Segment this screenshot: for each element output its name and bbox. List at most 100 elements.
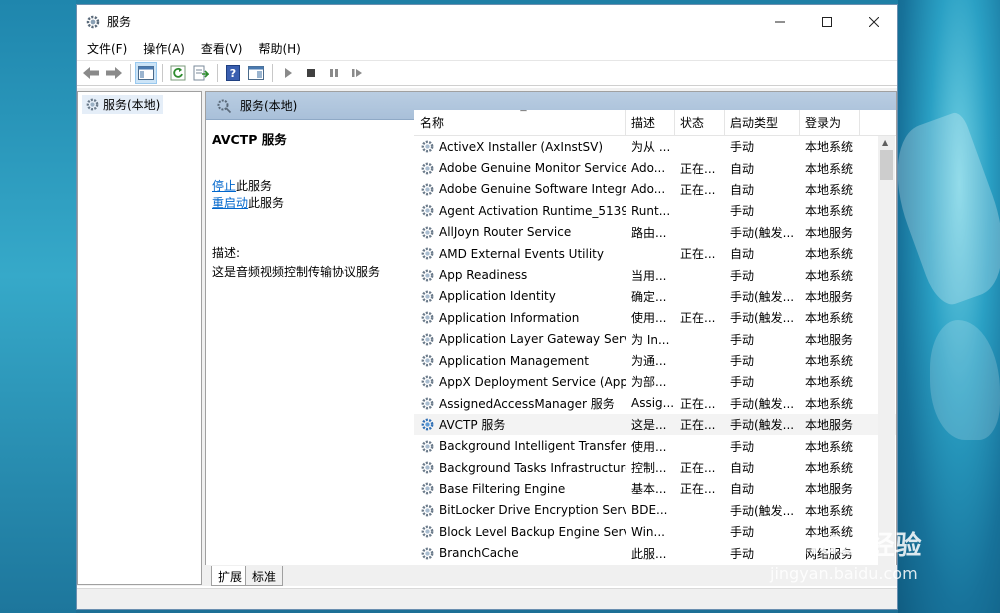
service-description-panel: AVCTP 服务 停止此服务 重启动此服务 描述: 这是音频视频控制传输协议服务	[206, 121, 414, 565]
service-startup-cell: 手动(触发...	[730, 225, 795, 240]
tab-extended[interactable]: 扩展	[211, 566, 250, 586]
table-row[interactable]: AMD External Events Utility 正在... 自动 本地系统	[414, 243, 896, 264]
service-name: Adobe Genuine Software Integr...	[439, 182, 626, 197]
sort-ascending-icon: ▲	[520, 110, 527, 113]
service-logon-cell: 本地服务	[805, 482, 854, 497]
service-gear-icon	[421, 226, 434, 239]
service-gear-icon	[421, 162, 434, 174]
service-name-cell: AssignedAccessManager 服务	[414, 395, 626, 412]
restart-service-link[interactable]: 重启动	[212, 196, 248, 210]
help-button[interactable]: ?	[222, 62, 244, 84]
table-row[interactable]: BitLocker Drive Encryption Servi... BDE..…	[414, 500, 896, 521]
service-gear-icon	[421, 418, 434, 431]
menu-view[interactable]: 查看(V)	[195, 38, 249, 60]
table-row[interactable]: Base Filtering Engine 基本... 正在... 自动 本地服务	[414, 478, 896, 499]
forward-arrow-icon	[106, 67, 122, 79]
properties-view-button[interactable]	[245, 62, 267, 84]
column-header-logon-as[interactable]: 登录为	[800, 110, 860, 136]
watermark-url: jingyan.baidu.com	[770, 564, 918, 583]
service-logon-cell: 本地系统	[805, 247, 854, 262]
service-status-cell: 正在...	[680, 482, 716, 497]
table-row[interactable]: Application Management 为通... 手动 本地系统	[414, 350, 896, 371]
services-gear-icon	[86, 98, 99, 111]
maximize-icon	[821, 16, 832, 27]
tab-standard[interactable]: 标准	[245, 566, 284, 586]
service-startup-cell: 手动(触发...	[730, 396, 795, 411]
stop-service-link[interactable]: 停止	[212, 179, 236, 193]
table-row[interactable]: AssignedAccessManager 服务 Assig... 正在... 手动(…	[414, 393, 896, 414]
list-header: ▲ 名称 描述 状态 启动类型 登录为	[414, 110, 896, 136]
service-name: App Readiness	[439, 268, 528, 283]
column-header-description[interactable]: 描述	[626, 110, 675, 136]
service-name: BranchCache	[439, 546, 519, 561]
tree-item-label: 服务(本地)	[103, 98, 161, 112]
service-startup-cell: 自动	[730, 182, 755, 197]
service-startup-cell: 自动	[730, 482, 755, 497]
service-status-cell: 正在...	[680, 182, 716, 197]
start-service-button[interactable]	[277, 62, 299, 84]
column-header-name[interactable]: 名称	[414, 110, 626, 136]
table-row[interactable]: Application Layer Gateway Servi... 为 In..…	[414, 329, 896, 350]
service-logon-cell: 本地服务	[805, 418, 854, 433]
show-hide-console-tree-button[interactable]	[135, 62, 157, 84]
service-name-cell: Application Identity	[414, 289, 626, 304]
table-row[interactable]: AppX Deployment Service (App... 为部... 手动 本地…	[414, 371, 896, 392]
service-startup-cell: 自动	[730, 461, 755, 476]
service-name-cell: Block Level Backup Engine Servi...	[414, 524, 626, 539]
back-button[interactable]	[80, 62, 102, 84]
table-row[interactable]: Adobe Genuine Software Integr... Ado... 正在…	[414, 179, 896, 200]
service-name-cell: Application Management	[414, 353, 626, 368]
refresh-icon	[170, 65, 186, 81]
service-status-cell: 正在...	[680, 396, 716, 411]
search-gear-icon	[217, 99, 232, 113]
service-logon-cell: 本地系统	[805, 140, 854, 155]
service-description-cell: BDE...	[631, 503, 668, 518]
service-logon-cell: 本地系统	[805, 204, 854, 219]
minimize-button[interactable]	[756, 5, 803, 38]
service-name: AMD External Events Utility	[439, 246, 604, 261]
table-row[interactable]: Background Tasks Infrastructure ... 控制...…	[414, 457, 896, 478]
table-row[interactable]: AllJoyn Router Service 路由... 手动(触发... 本地服务	[414, 222, 896, 243]
service-name: Background Tasks Infrastructure ...	[439, 460, 626, 475]
back-arrow-icon	[83, 67, 99, 79]
scroll-up-icon[interactable]: ▲	[882, 138, 888, 147]
forward-button[interactable]	[103, 62, 125, 84]
table-row[interactable]: Application Information 使用... 正在... 手动(触发..…	[414, 307, 896, 328]
menu-file[interactable]: 文件(F)	[81, 38, 133, 60]
menu-help[interactable]: 帮助(H)	[252, 38, 306, 60]
restart-service-button[interactable]	[346, 62, 368, 84]
table-row[interactable]: Adobe Genuine Monitor Service Ado... 正在...…	[414, 157, 896, 178]
export-list-button[interactable]	[190, 62, 212, 84]
services-list: ▲ 名称 描述 状态 启动类型 登录为 ActiveX Installer (A…	[414, 110, 896, 565]
close-icon	[868, 16, 879, 27]
pause-service-button[interactable]	[323, 62, 345, 84]
tree-item-services-local[interactable]: 服务(本地)	[82, 95, 164, 114]
vertical-scrollbar[interactable]: ▲	[878, 136, 895, 565]
table-row[interactable]: Agent Activation Runtime_51395 Runt... 手动 本…	[414, 200, 896, 221]
service-gear-icon	[421, 461, 434, 474]
service-gear-icon	[421, 440, 434, 453]
service-logon-cell: 本地服务	[805, 332, 854, 347]
service-name: Application Management	[439, 353, 589, 368]
help-icon: ?	[226, 65, 240, 81]
table-row[interactable]: Background Intelligent Transfer ... 使用...…	[414, 435, 896, 456]
scrollbar-thumb[interactable]	[880, 150, 893, 180]
service-description-cell: 基本...	[631, 482, 667, 497]
table-row[interactable]: ActiveX Installer (AxInstSV) 为从 ... 手动 本地系统	[414, 136, 896, 157]
service-description-cell: Runt...	[631, 203, 671, 218]
service-name: AppX Deployment Service (App...	[439, 374, 626, 389]
maximize-button[interactable]	[803, 5, 850, 38]
table-row[interactable]: Application Identity 确定... 手动(触发... 本地服务	[414, 286, 896, 307]
refresh-button[interactable]	[167, 62, 189, 84]
service-startup-cell: 自动	[730, 247, 755, 262]
service-logon-cell: 本地系统	[805, 439, 854, 454]
baidu-watermark: Baidu 经验 jingyan.baidu.com	[770, 525, 990, 595]
table-row[interactable]: AVCTP 服务 这是... 正在... 手动(触发... 本地服务	[414, 414, 896, 436]
title-bar[interactable]: 服务	[77, 5, 897, 38]
close-button[interactable]	[850, 5, 897, 38]
column-header-status[interactable]: 状态	[675, 110, 725, 136]
column-header-startup-type[interactable]: 启动类型	[725, 110, 800, 136]
menu-action[interactable]: 操作(A)	[137, 38, 191, 60]
stop-service-button[interactable]	[300, 62, 322, 84]
table-row[interactable]: App Readiness 当用... 手动 本地系统	[414, 264, 896, 285]
